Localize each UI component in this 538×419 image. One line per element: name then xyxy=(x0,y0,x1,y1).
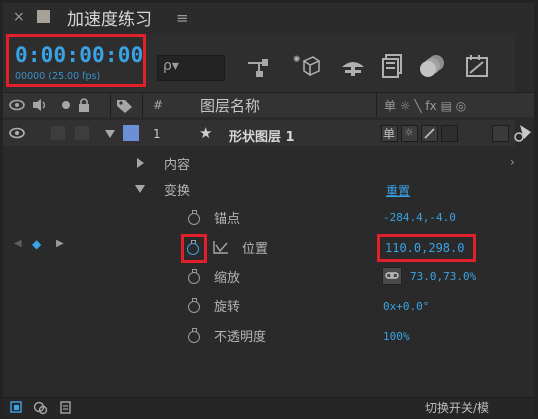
rotation-label: 旋转 xyxy=(214,300,241,315)
close-tab-button[interactable]: × xyxy=(13,9,25,25)
opacity-label: 不透明度 xyxy=(214,330,267,345)
add-content-icon[interactable]: › xyxy=(510,155,515,169)
switches-header-icons: 单 ☼ ╲ fx ▤ ◎ xyxy=(384,99,467,113)
expand-contents-arrow-icon[interactable] xyxy=(137,158,144,168)
layer-label-color-swatch[interactable] xyxy=(123,125,139,141)
rotation-stopwatch-icon[interactable] xyxy=(188,298,200,313)
av-switch-header-icons xyxy=(9,98,89,112)
shy-switch-icon: 单 xyxy=(383,127,396,141)
layer-name-header[interactable]: 图层名称 xyxy=(200,95,260,116)
quality-switch[interactable] xyxy=(421,125,438,142)
scale-stopwatch-icon[interactable] xyxy=(188,269,200,284)
anchor-point-value[interactable]: -284.4,-4.0 xyxy=(383,211,456,224)
search-icon: ρ▾ xyxy=(163,58,179,74)
parent-switch[interactable] xyxy=(492,125,509,142)
motion-blur-icon[interactable] xyxy=(418,53,446,79)
anchor-point-label: 锚点 xyxy=(214,212,241,227)
transform-group-label[interactable]: 变换 xyxy=(164,180,190,199)
shy-switch[interactable]: 单 xyxy=(381,125,398,142)
svg-text:✺: ✺ xyxy=(293,55,301,65)
transform-reset-link[interactable]: 重置 xyxy=(386,182,410,199)
expand-transform-arrow-icon[interactable] xyxy=(135,185,145,193)
lock-switch[interactable] xyxy=(75,126,89,140)
layer-visibility-eye-icon[interactable] xyxy=(8,127,26,139)
timecode-highlight-box xyxy=(6,34,146,87)
link-chain-icon xyxy=(385,272,399,279)
next-keyframe-icon[interactable]: ▶ xyxy=(56,238,64,249)
anchor-point-stopwatch-icon[interactable] xyxy=(188,210,200,225)
quality-slash-icon xyxy=(424,128,435,139)
frame-blending-icon[interactable] xyxy=(381,53,405,79)
draft-3d-icon[interactable]: ✺ xyxy=(292,52,320,80)
effect-switch[interactable] xyxy=(441,125,458,142)
parent-pickwhip-icon[interactable] xyxy=(514,124,534,142)
composition-color-swatch xyxy=(37,10,50,23)
shape-layer-star-icon: ★ xyxy=(199,124,213,142)
stopwatch-highlight-box xyxy=(181,234,207,263)
rotation-value[interactable]: 0x+0.0° xyxy=(383,300,429,313)
scale-value[interactable]: 73.0,73.0% xyxy=(410,270,476,283)
position-graph-icon[interactable] xyxy=(213,240,229,254)
opacity-stopwatch-icon[interactable] xyxy=(188,328,200,343)
panel-menu-icon[interactable]: ≡ xyxy=(176,9,189,27)
scale-label: 缩放 xyxy=(214,271,241,286)
collapse-sun-icon: ☼ xyxy=(404,126,414,139)
layer-number: 1 xyxy=(153,127,161,141)
add-keyframe-icon[interactable]: ◆ xyxy=(32,237,41,251)
layer-number-header: # xyxy=(153,98,164,112)
graph-editor-icon[interactable] xyxy=(465,53,491,79)
position-label: 位置 xyxy=(242,242,269,257)
toggle-switches-modes-button[interactable]: 切换开关/模 xyxy=(425,399,489,416)
layer-search-input[interactable]: ρ▾ xyxy=(157,55,225,81)
collapse-transform-switch[interactable]: ☼ xyxy=(401,125,418,142)
solo-switch[interactable] xyxy=(51,126,65,140)
constrain-proportions-button[interactable] xyxy=(382,267,402,285)
opacity-value[interactable]: 100% xyxy=(383,330,410,343)
position-value-highlight-box xyxy=(377,234,476,262)
footer-toggle-icons xyxy=(10,401,71,415)
hide-shy-layers-icon[interactable] xyxy=(340,56,366,78)
previous-keyframe-icon[interactable]: ◀ xyxy=(14,238,22,249)
label-tag-icon xyxy=(117,100,132,113)
expand-layer-arrow-icon[interactable] xyxy=(105,130,115,138)
composition-tab-title[interactable]: 加速度练习 xyxy=(67,5,152,30)
contents-group-label[interactable]: 内容 xyxy=(164,154,190,173)
layer-name[interactable]: 形状图层 1 xyxy=(229,126,295,145)
timeline-edge xyxy=(515,34,534,92)
composition-flowchart-icon[interactable] xyxy=(246,55,274,79)
